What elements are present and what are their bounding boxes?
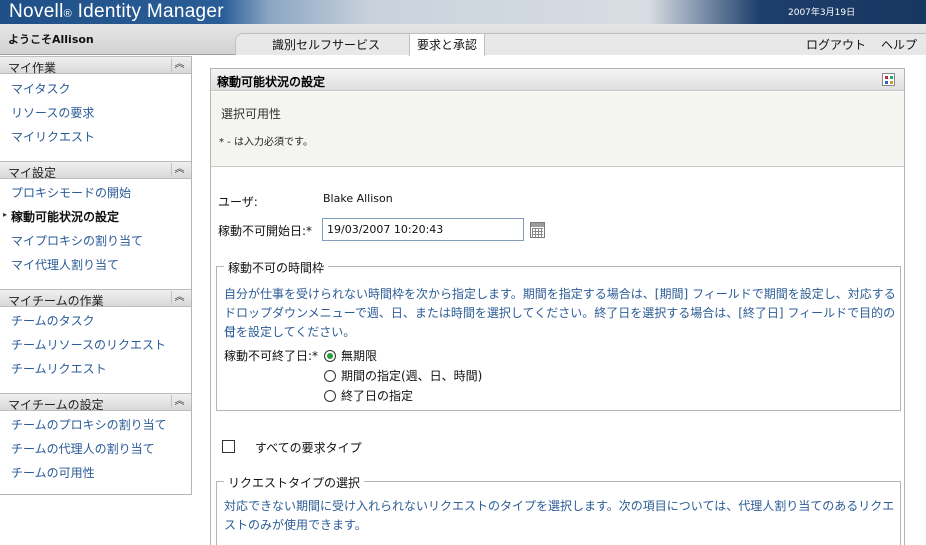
availability-panel: 稼動可能状況の設定 選択可用性 * - は入力必須です。 ユーザ: Blake … [210, 68, 905, 545]
collapse-chevron-icon[interactable]: ︽ [171, 291, 187, 305]
sidebar-item-start-proxy-mode[interactable]: プロキシモードの開始 [11, 184, 131, 201]
all-request-types-checkbox[interactable] [222, 440, 235, 453]
collapse-chevron-icon[interactable]: ︽ [171, 395, 187, 409]
timeframe-description-line-1: 自分が仕事を受けられない時間枠を次から指定します。期間を指定する場合は、[期間]… [224, 287, 896, 301]
current-item-arrow-icon: ▸ [3, 210, 8, 219]
end-date-label: 稼動不可終了日:* [224, 349, 319, 363]
app-banner: Novell® Identity Manager 2007年3月19日 [0, 0, 926, 24]
radio-label-duration: 期間の指定(週、日、時間) [341, 369, 483, 383]
user-value: Blake Allison [323, 192, 393, 205]
intro-box: 選択可用性 * - は入力必須です。 [211, 92, 904, 167]
required-note: * - は入力必須です。 [219, 137, 313, 148]
section-title: マイ設定 [8, 166, 57, 180]
radio-no-end-date[interactable] [324, 350, 336, 362]
sidebar-item-edit-availability[interactable]: 稼動可能状況の設定 [11, 208, 119, 225]
sidebar-item-team-proxy-assignments[interactable]: チームのプロキシの割り当て [11, 416, 167, 433]
radio-duration[interactable] [324, 370, 336, 382]
sidebar-item-team-tasks[interactable]: チームのタスク [11, 312, 95, 329]
sidebar-item-my-tasks[interactable]: マイタスク [11, 80, 71, 97]
timeframe-description-line-3: 付を設定してください。 [224, 325, 356, 339]
sidebar-item-team-delegate-assignments[interactable]: チームの代理人の割り当て [11, 440, 155, 457]
tab-requests-approvals[interactable]: 要求と承認 [409, 33, 486, 56]
start-date-input[interactable]: 19/03/2007 10:20:43 [322, 218, 524, 241]
panel-header: 稼動可能状況の設定 [211, 69, 904, 91]
panel-subtitle: 選択可用性 [221, 107, 282, 121]
help-link[interactable]: ヘルプ [881, 36, 917, 53]
sidebar-section-my-settings: マイ設定 ︽ [0, 161, 191, 180]
sidebar-section-my-work: マイ作業 ︽ [0, 56, 191, 75]
page-title: 稼動可能状況の設定 [217, 75, 326, 89]
sidebar: マイ作業 ︽ マイタスク リソースの要求 マイリクエスト マイ設定 ︽ プロキシ… [0, 56, 192, 495]
sidebar-item-request-resources[interactable]: リソースの要求 [11, 104, 94, 121]
product-logo: Novell® Identity Manager [9, 1, 224, 22]
collapse-chevron-icon[interactable]: ︽ [171, 58, 187, 72]
logout-link[interactable]: ログアウト [806, 36, 866, 53]
calendar-icon[interactable] [530, 222, 545, 238]
radio-label-end-date: 終了日の指定 [341, 389, 414, 403]
tab-identity-self-service[interactable]: 識別セルフサービス [272, 36, 380, 53]
user-label: ユーザ: [218, 195, 258, 209]
sidebar-item-team-availability[interactable]: チームの可用性 [11, 464, 95, 481]
sidebar-item-team-requests[interactable]: チームリクエスト [11, 360, 107, 377]
sidebar-item-my-delegate-assignments[interactable]: マイ代理人割り当て [11, 256, 119, 273]
radio-end-date[interactable] [324, 390, 336, 402]
sidebar-section-team-settings: マイチームの設定 ︽ [0, 393, 191, 412]
sidebar-item-my-requests[interactable]: マイリクエスト [11, 128, 95, 145]
section-title: マイチームの設定 [8, 398, 104, 412]
sidebar-section-team-work: マイチームの作業 ︽ [0, 289, 191, 308]
start-date-label: 稼動不可開始日:* [218, 224, 313, 238]
timeframe-legend: 稼動不可の時間枠 [224, 259, 329, 276]
timeframe-fieldset: 稼動不可の時間枠 自分が仕事を受けられない時間枠を次から指定します。期間を指定す… [216, 259, 901, 411]
request-types-fieldset: リクエストタイプの選択 対応できない期間に受け入れられないリクエストのタイプを選… [216, 474, 901, 545]
section-title: マイ作業 [8, 61, 57, 75]
welcome-text: ようこそAllison [8, 33, 94, 46]
request-types-description-line-2: ストのみが使用できます。 [224, 518, 367, 532]
current-date: 2007年3月19日 [788, 8, 856, 18]
request-types-legend: リクエストタイプの選択 [224, 474, 365, 491]
all-request-types-label: すべての要求タイプ [255, 441, 362, 455]
sidebar-item-team-resource-requests[interactable]: チームリソースのリクエスト [11, 336, 166, 353]
radio-label-no-end-date: 無期限 [341, 349, 378, 363]
section-title: マイチームの作業 [8, 294, 104, 308]
request-types-description-line-1: 対応できない期間に受け入れられないリクエストのタイプを選択します。次の項目につい… [224, 499, 895, 513]
collapse-chevron-icon[interactable]: ︽ [171, 163, 187, 177]
top-nav: ようこそAllison 識別セルフサービス 要求と承認 ログアウト ヘルプ [0, 24, 926, 56]
sidebar-item-my-proxy-assignments[interactable]: マイプロキシの割り当て [11, 232, 143, 249]
panel-options-icon[interactable] [882, 73, 895, 86]
